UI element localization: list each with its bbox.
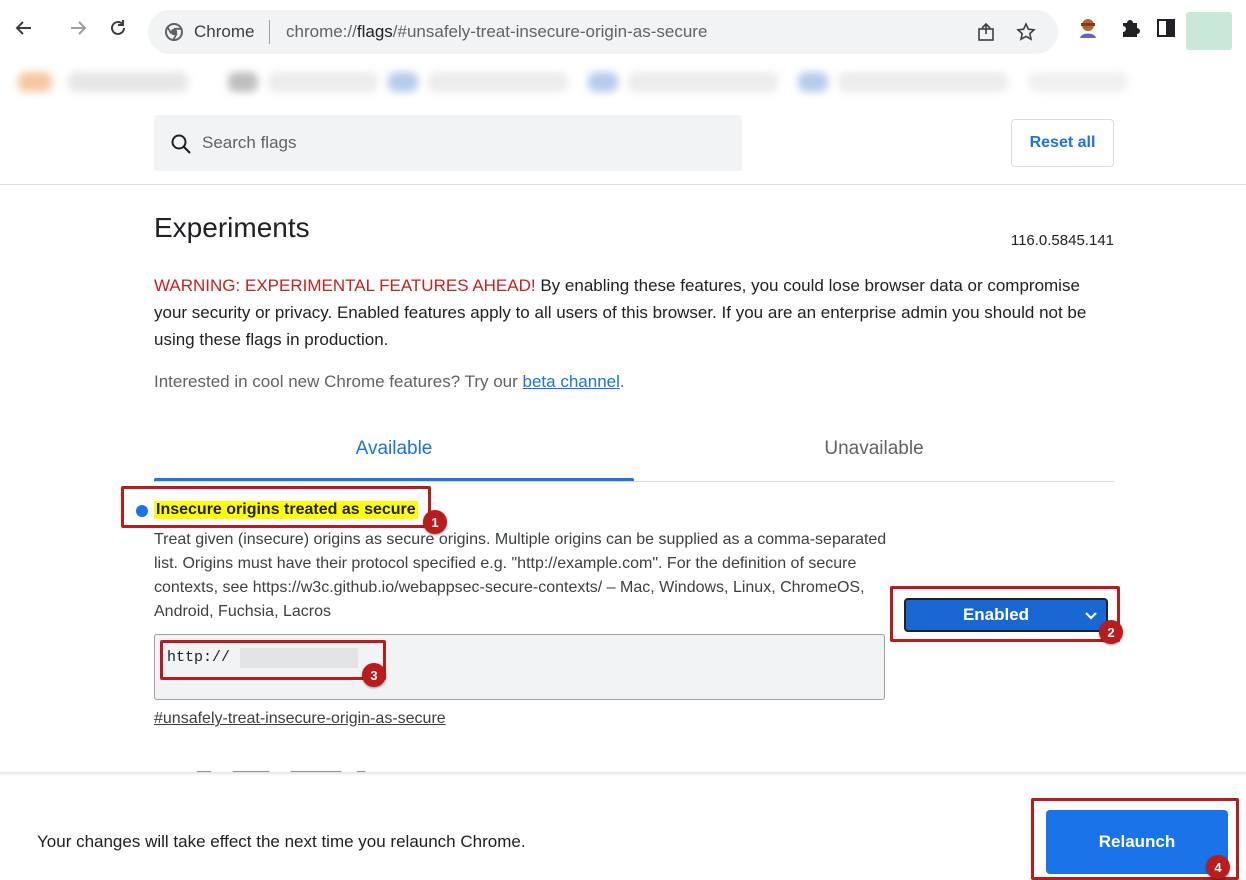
bookmark-item[interactable] bbox=[838, 72, 1008, 92]
share-icon[interactable] bbox=[976, 22, 996, 42]
url-text: chrome://flags/#unsafely-treat-insecure-… bbox=[286, 22, 708, 41]
bookmark-item[interactable] bbox=[18, 72, 52, 92]
annotation-box-textarea bbox=[160, 640, 386, 680]
bookmark-item[interactable] bbox=[798, 72, 828, 92]
flag-anchor-link[interactable]: #unsafely-treat-insecure-origin-as-secur… bbox=[154, 710, 446, 728]
forward-button[interactable] bbox=[64, 14, 92, 42]
header-divider bbox=[0, 184, 1246, 185]
annotation-box-flag-title bbox=[121, 486, 431, 528]
omnibox-divider bbox=[269, 20, 270, 44]
flag-description: Treat given (insecure) origins as secure… bbox=[154, 531, 887, 620]
extensions-puzzle-icon[interactable] bbox=[1118, 16, 1142, 40]
bookmark-item[interactable] bbox=[228, 72, 258, 92]
bookmark-star-icon[interactable] bbox=[1016, 22, 1036, 42]
annotation-badge-4: 4 bbox=[1206, 855, 1230, 879]
profile-avatar[interactable] bbox=[1186, 12, 1232, 50]
back-arrow-icon bbox=[15, 21, 31, 35]
annotation-badge-2: 2 bbox=[1099, 620, 1123, 644]
relaunch-bar-divider bbox=[0, 772, 1246, 776]
search-flags-box[interactable] bbox=[154, 115, 742, 171]
tab-available[interactable]: Available bbox=[154, 438, 634, 460]
chrome-logo-icon bbox=[165, 23, 183, 41]
beta-channel-link[interactable]: beta channel bbox=[523, 372, 620, 391]
address-bar[interactable]: Chrome chrome://flags/#unsafely-treat-in… bbox=[148, 10, 1058, 54]
annotation-box-select bbox=[890, 586, 1120, 642]
back-button[interactable] bbox=[10, 14, 38, 42]
bookmark-item[interactable] bbox=[428, 72, 568, 92]
forward-arrow-icon bbox=[71, 21, 87, 35]
reload-button[interactable] bbox=[104, 14, 132, 42]
bookmark-item[interactable] bbox=[268, 72, 378, 92]
browser-toolbar: Chrome chrome://flags/#unsafely-treat-in… bbox=[0, 0, 1246, 62]
site-chip-label: Chrome bbox=[194, 22, 255, 41]
reload-icon bbox=[111, 20, 125, 35]
side-panel-icon[interactable] bbox=[1154, 16, 1178, 40]
beta-promo: Interested in cool new Chrome features? … bbox=[154, 372, 625, 391]
warning-heading: WARNING: EXPERIMENTAL FEATURES AHEAD! bbox=[154, 276, 536, 295]
bookmark-item[interactable] bbox=[68, 72, 188, 92]
annotation-badge-3: 3 bbox=[362, 663, 386, 687]
search-flags-input[interactable] bbox=[202, 129, 722, 157]
reset-all-button[interactable]: Reset all bbox=[1011, 119, 1114, 167]
bookmark-item[interactable] bbox=[628, 72, 778, 92]
bookmarks-bar bbox=[18, 62, 1128, 100]
bookmark-item[interactable] bbox=[1028, 72, 1128, 92]
chrome-version: 116.0.5845.141 bbox=[1010, 232, 1114, 249]
tab-unavailable[interactable]: Unavailable bbox=[634, 438, 1114, 460]
search-icon bbox=[171, 134, 191, 154]
bookmark-item[interactable] bbox=[588, 72, 618, 92]
annotation-badge-1: 1 bbox=[423, 510, 447, 534]
tabs-divider bbox=[154, 481, 1114, 482]
bookmark-item[interactable] bbox=[388, 72, 418, 92]
experimental-warning: WARNING: EXPERIMENTAL FEATURES AHEAD! By… bbox=[154, 272, 1114, 353]
page-title: Experiments bbox=[154, 212, 310, 243]
extension-avatar-icon[interactable] bbox=[1076, 16, 1100, 40]
relaunch-message: Your changes will take effect the next t… bbox=[37, 832, 526, 851]
